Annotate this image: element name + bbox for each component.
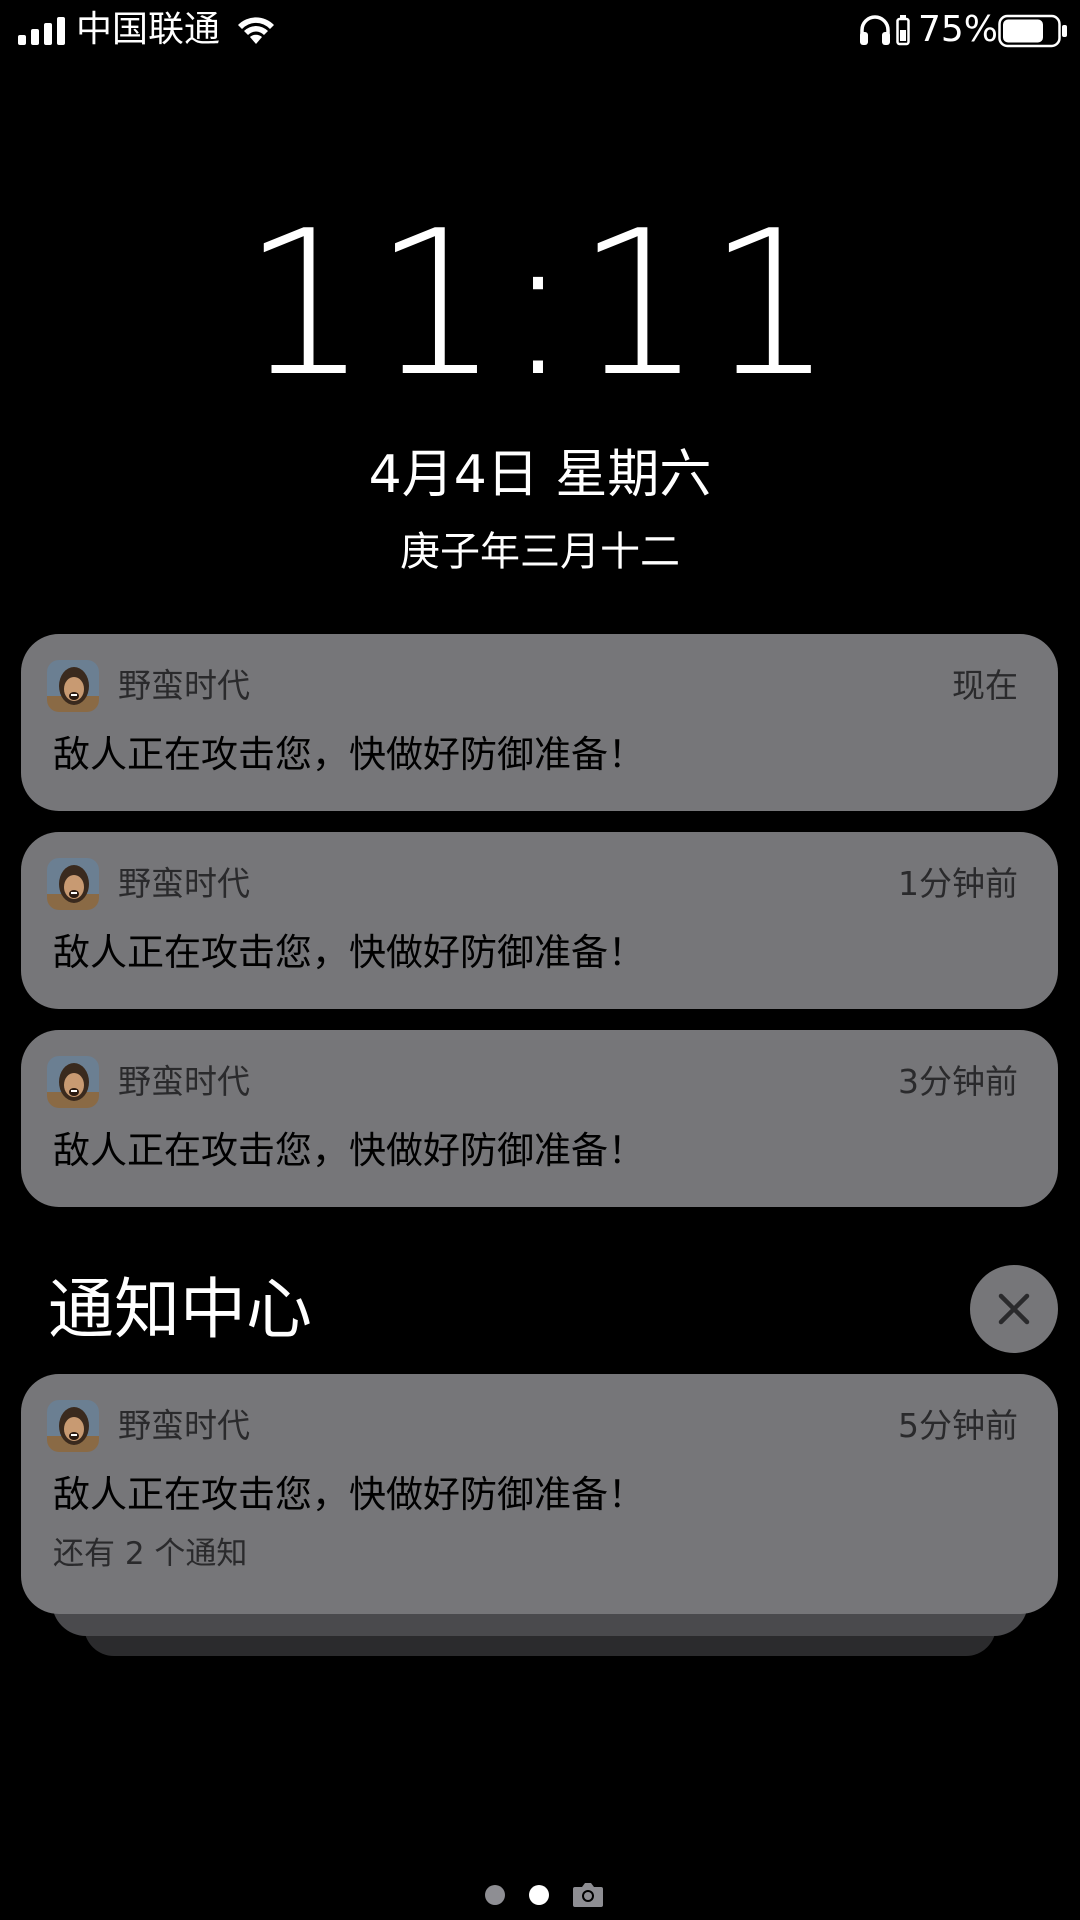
notification-time: 5分钟前 [898,1406,1018,1445]
page-indicator [0,1880,1080,1910]
app-name: 野蛮时代 [118,1062,250,1101]
carrier-name: 中国联通 [76,9,221,50]
lunar-date: 庚子年三月十二 [400,529,680,575]
notification-card[interactable]: 野蛮时代 3分钟前 敌人正在攻击您，快做好防御准备！ [21,1030,1058,1207]
app-icon [47,858,99,910]
notification-center-title: 通知中心 [48,1271,312,1348]
lock-screen-time: 11:11 [241,188,839,421]
app-name: 野蛮时代 [118,666,250,705]
notification-card[interactable]: 野蛮时代 1分钟前 敌人正在攻击您，快做好防御准备！ [21,832,1058,1009]
clear-notifications-button[interactable] [970,1265,1058,1353]
headphones-icon [860,15,890,45]
notification-time: 3分钟前 [898,1062,1018,1101]
notification-message: 敌人正在攻击您，快做好防御准备！ [53,931,645,974]
app-icon [47,660,99,712]
notification-message: 敌人正在攻击您，快做好防御准备！ [53,733,645,776]
stacked-notification-card[interactable]: 野蛮时代 5分钟前 敌人正在攻击您，快做好防御准备！ 还有 2 个通知 [21,1374,1058,1614]
wifi-icon [238,17,274,44]
app-name: 野蛮时代 [118,1406,250,1445]
page-dot-current[interactable] [529,1885,549,1905]
status-bar: 中国联通 75% [0,0,1080,62]
close-icon [998,1293,1030,1325]
camera-icon[interactable] [572,1880,604,1908]
more-notifications-label[interactable]: 还有 2 个通知 [53,1532,247,1576]
notification-time: 1分钟前 [898,864,1018,903]
page-dot[interactable] [485,1885,505,1905]
battery-percentage: 75% [918,9,999,50]
app-name: 野蛮时代 [118,864,250,903]
app-icon [47,1056,99,1108]
signal-icon [18,17,65,45]
notification-card[interactable]: 野蛮时代 现在 敌人正在攻击您，快做好防御准备！ [21,634,1058,811]
battery-icon [998,14,1067,48]
lock-screen-date: 4月4日 星期六 [368,445,712,505]
notification-time: 现在 [952,666,1018,705]
app-icon [47,1400,99,1452]
charging-icon [896,15,910,46]
notification-message: 敌人正在攻击您，快做好防御准备！ [53,1129,645,1172]
notification-message: 敌人正在攻击您，快做好防御准备！ [53,1473,645,1516]
